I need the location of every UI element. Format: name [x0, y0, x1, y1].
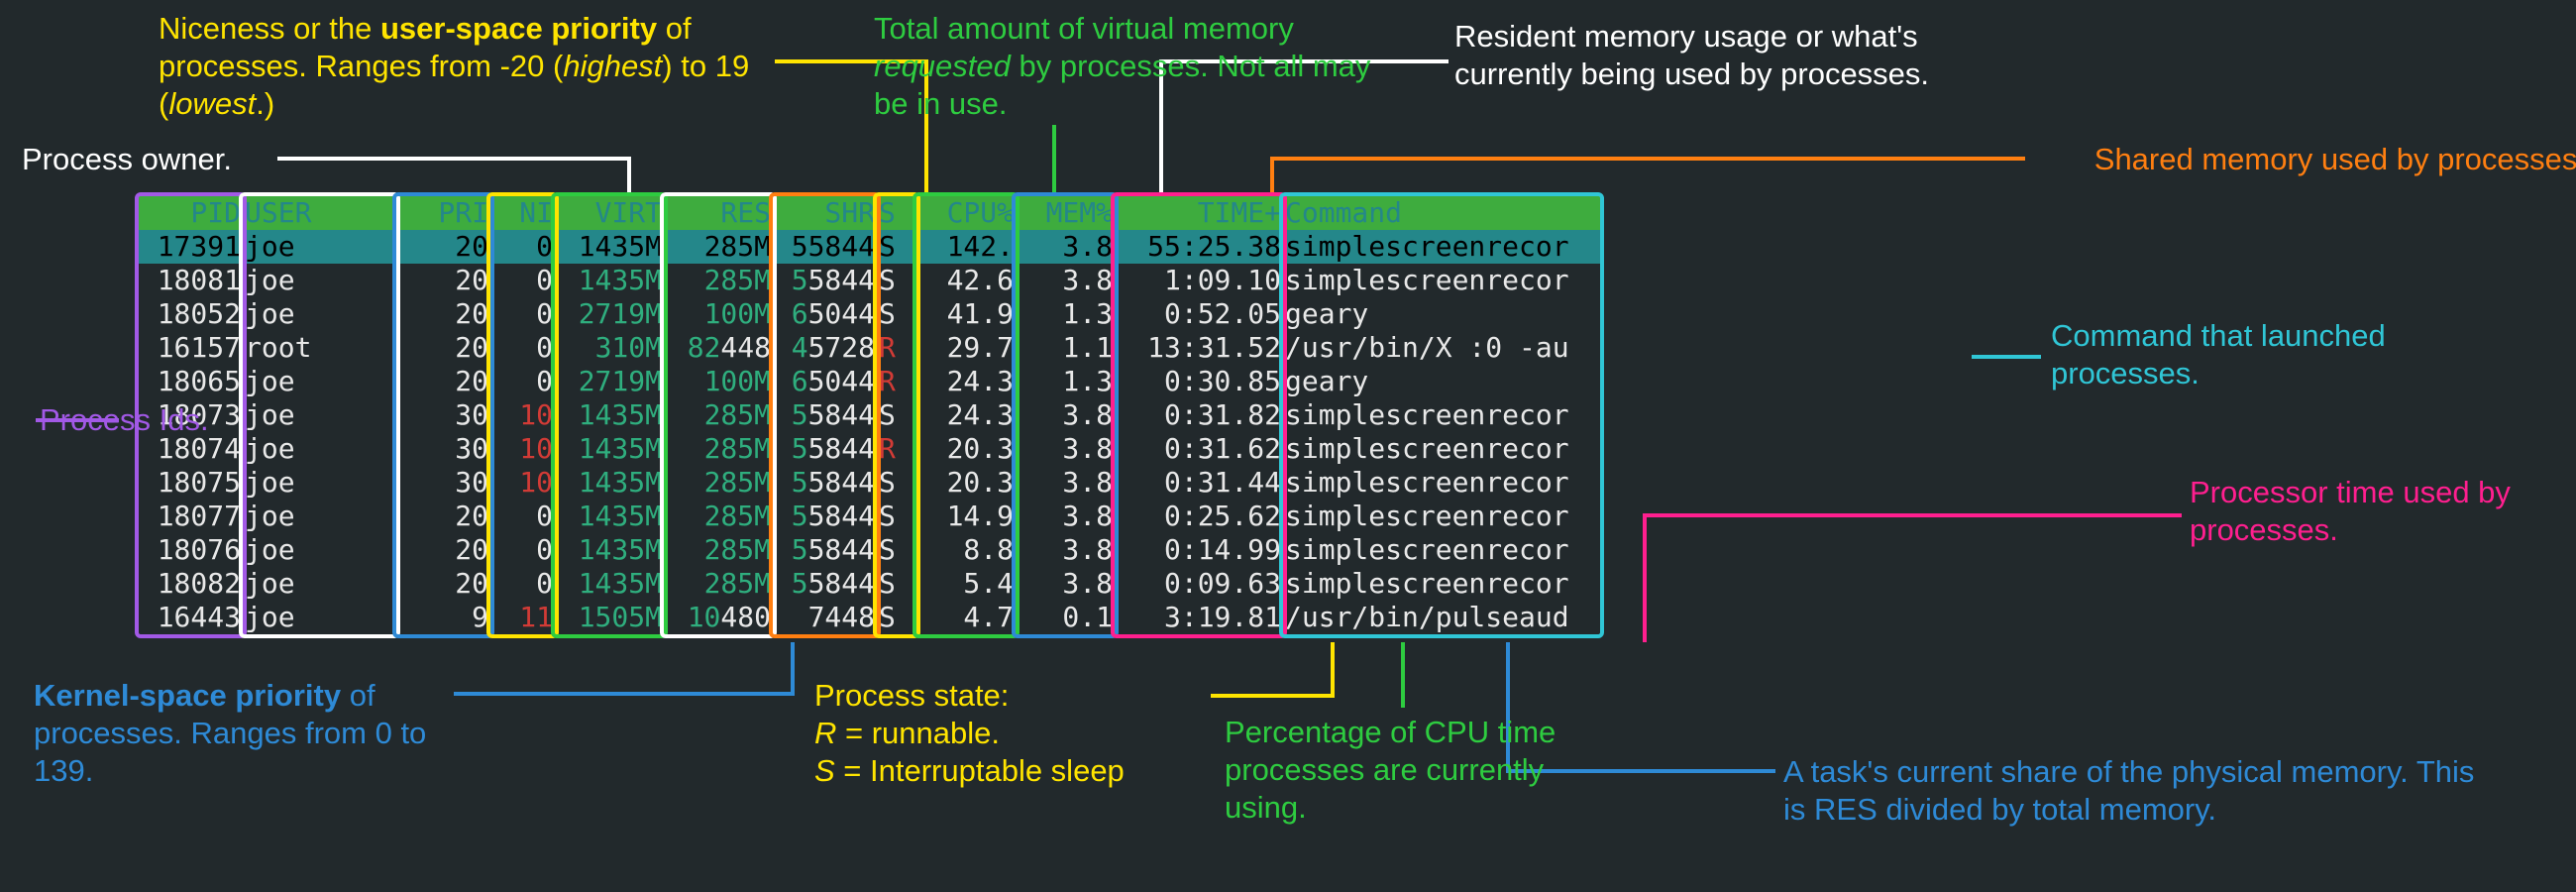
process-row: 16443joe9111505M104807448S4.70.13:19.81/… [139, 601, 1600, 634]
process-row: 18081joe2001435M285M55844S42.63.81:09.10… [139, 264, 1600, 297]
annotation-cmd: Command that launched processes. [2051, 317, 2487, 392]
process-row: 18052joe2002719M100M65044S41.91.30:52.05… [139, 297, 1600, 331]
col-header-s: S [877, 196, 916, 230]
col-header-res: RES [664, 196, 773, 230]
col-header-command: Command [1283, 196, 1600, 230]
col-header-shr: SHR [773, 196, 877, 230]
col-header-ni: NI [490, 196, 555, 230]
leader-shr [1272, 159, 2025, 192]
annotation-ni: Niceness or the user-space priority of p… [159, 10, 773, 123]
annotation-cpu: Percentage of CPU time processes are cur… [1225, 714, 1561, 827]
annotation-mem: A task's current share of the physical m… [1783, 753, 2497, 829]
annotation-shr: Shared memory used by processes. [2031, 141, 2576, 178]
process-row: 16157root200310M8244845728R29.71.113:31.… [139, 331, 1600, 365]
leader-s [1211, 642, 1333, 696]
col-header-mem: MEM% [1016, 196, 1115, 230]
process-row: 18075joe30101435M285M55844S20.33.80:31.4… [139, 466, 1600, 500]
col-header-pri: PRI [396, 196, 490, 230]
leader-user [277, 159, 629, 192]
leader-pri [454, 642, 793, 694]
annotation-pid: Process Ids. [40, 401, 238, 439]
process-row: 18065joe2002719M100M65044R24.31.30:30.85… [139, 365, 1600, 398]
col-header-time: TIME+ [1115, 196, 1283, 230]
col-header-pid: PID [139, 196, 243, 230]
process-row: 18074joe30101435M285M55844R20.33.80:31.6… [139, 432, 1600, 466]
leader-time [1645, 515, 2182, 642]
annotation-pri: Kernel-space priority of processes. Rang… [34, 677, 450, 790]
annotation-virt: Total amount of virtual memory requested… [874, 10, 1399, 123]
process-row: 18082joe2001435M285M55844S5.43.80:09.63s… [139, 567, 1600, 601]
annotation-user: Process owner. [22, 141, 279, 178]
process-row: 18073joe30101435M285M55844S24.33.80:31.8… [139, 398, 1600, 432]
process-row: 17391joe2001435M285M55844S142.3.855:25.3… [139, 230, 1600, 264]
col-header-virt: VIRT [555, 196, 664, 230]
htop-process-table: PIDUSERPRINIVIRTRESSHRSCPU%MEM%TIME+Comm… [139, 196, 1600, 634]
annotation-res: Resident memory usage or what's currentl… [1454, 18, 2009, 93]
col-header-cpu: CPU% [916, 196, 1016, 230]
annotation-time: Processor time used by processes. [2190, 474, 2566, 549]
col-header-user: USER [243, 196, 396, 230]
process-row: 18076joe2001435M285M55844S8.83.80:14.99s… [139, 533, 1600, 567]
process-row: 18077joe2001435M285M55844S14.93.80:25.62… [139, 500, 1600, 533]
annotation-s: Process state:R = runnable.S = Interrupt… [814, 677, 1211, 790]
